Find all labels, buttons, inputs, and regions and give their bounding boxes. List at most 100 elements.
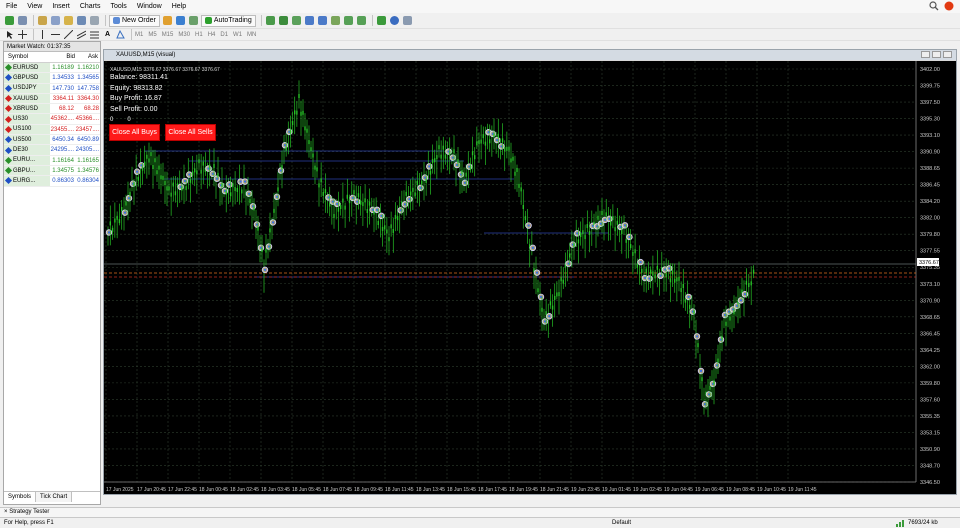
menu-insert[interactable]: Insert [52, 3, 70, 10]
restore-button[interactable] [932, 51, 941, 58]
bar-chart-icon[interactable] [265, 15, 276, 27]
close-all-sells-button[interactable]: Close All Sells [165, 124, 216, 141]
tf-d1[interactable]: D1 [220, 32, 228, 38]
menu-charts[interactable]: Charts [80, 3, 101, 10]
table-row[interactable]: US100 23455.... 23457.... [4, 124, 100, 136]
navigator-icon[interactable] [63, 15, 74, 27]
fibonacci-icon[interactable] [89, 29, 100, 41]
table-row[interactable]: EURG... 0.86303 0.86304 [4, 176, 100, 187]
menu-file[interactable]: File [6, 3, 17, 10]
menu-view[interactable]: View [27, 3, 42, 10]
channel-icon[interactable] [76, 29, 87, 41]
menu-window[interactable]: Window [137, 3, 162, 10]
close-icon[interactable]: × [4, 509, 8, 515]
periods-icon[interactable] [389, 15, 400, 27]
candle-body [198, 159, 200, 164]
chart-shift-icon[interactable] [356, 15, 367, 27]
tf-w1[interactable]: W1 [233, 32, 242, 38]
data-window-icon[interactable] [50, 15, 61, 27]
tab-symbols[interactable]: Symbols [4, 492, 37, 502]
table-row[interactable]: US30 45362.... 45366.... [4, 114, 100, 125]
new-order-button[interactable]: New Order [109, 14, 160, 27]
vertical-line-icon[interactable] [37, 29, 48, 41]
candle-body [444, 154, 447, 159]
tf-m5[interactable]: M5 [148, 32, 156, 38]
text-tool-icon[interactable]: A [102, 29, 113, 41]
menu-help[interactable]: Help [172, 3, 186, 10]
time-tick-label: 18 Jun 09:45 [354, 487, 383, 493]
candle-body [713, 380, 715, 385]
templates-icon[interactable] [402, 15, 413, 27]
table-row[interactable]: DE30 24295.... 24305.... [4, 145, 100, 156]
tf-h1[interactable]: H1 [195, 32, 203, 38]
candlestick-icon[interactable] [278, 15, 289, 27]
ask-cell: 1.34565 [77, 75, 99, 82]
zoom-out-icon[interactable] [317, 15, 328, 27]
profiles-icon[interactable] [17, 15, 28, 27]
tf-h4[interactable]: H4 [208, 32, 216, 38]
col-bid[interactable]: Bid [50, 52, 75, 62]
trade-marker-dot [135, 170, 139, 173]
ask-cell: 6450.89 [77, 137, 99, 144]
table-row[interactable]: GBPU... 1.34575 1.34576 [4, 165, 100, 177]
search-icon[interactable] [929, 1, 939, 11]
indicators-icon[interactable] [376, 15, 387, 27]
candle-body [217, 172, 219, 177]
vps-icon[interactable] [188, 15, 199, 27]
close-button[interactable] [943, 51, 952, 58]
tile-windows-icon[interactable] [330, 15, 341, 27]
close-all-buys-button[interactable]: Close All Buys [109, 124, 160, 141]
minimize-button[interactable] [921, 51, 930, 58]
autotrading-button[interactable]: AutoTrading [200, 14, 256, 27]
tester-icon[interactable] [89, 15, 100, 27]
price-tick-label: 3382.00 [920, 216, 940, 222]
auto-scroll-icon[interactable] [343, 15, 354, 27]
crosshair-icon[interactable] [17, 29, 28, 41]
candle-body [625, 238, 627, 243]
notification-icon[interactable] [944, 1, 954, 11]
candle-body [586, 224, 589, 229]
table-row[interactable]: XAUUSD 3364.11 3364.30 [4, 93, 100, 105]
terminal-icon[interactable] [76, 15, 87, 27]
candle-body [484, 141, 487, 146]
cursor-icon[interactable] [4, 29, 15, 41]
time-tick-label: 19 Jun 01:45 [602, 487, 631, 493]
candle-body [181, 186, 183, 191]
tf-m30[interactable]: M30 [178, 32, 190, 38]
price-tick-label: 3348.70 [920, 463, 940, 469]
candle-body [632, 251, 634, 256]
candle-body [162, 175, 164, 180]
col-ask[interactable]: Ask [75, 52, 100, 62]
candle-body [234, 187, 236, 192]
tab-tick-chart[interactable]: Tick Chart [36, 492, 73, 502]
market-watch-icon[interactable] [37, 15, 48, 27]
table-row[interactable]: US500 6450.34 6450.89 [4, 135, 100, 146]
candle-body [269, 228, 271, 233]
candle-body [549, 301, 552, 306]
tf-mn[interactable]: MN [247, 32, 256, 38]
signals-icon[interactable] [175, 15, 186, 27]
table-row[interactable]: XBRUSD 68.12 68.28 [4, 104, 100, 115]
horizontal-line-icon[interactable] [50, 29, 61, 41]
new-chart-icon[interactable] [4, 15, 15, 27]
strategy-tester-bar[interactable]: × Strategy Tester [0, 507, 960, 517]
table-row[interactable]: USDJPY 147.730 147.758 [4, 83, 100, 94]
table-row[interactable]: GBPUSD 1.34533 1.34565 [4, 73, 100, 84]
candle-body [562, 279, 564, 284]
zoom-in-icon[interactable] [304, 15, 315, 27]
col-symbol[interactable]: Symbol [4, 52, 50, 62]
candle-body [137, 176, 139, 181]
chart-canvas[interactable]: 3402.00 3399.75 3397.50 3395.30 3393.10 3390.… [104, 61, 956, 494]
trendline-icon[interactable] [63, 29, 74, 41]
trade-marker-dot [643, 276, 647, 280]
tf-m1[interactable]: M1 [135, 32, 143, 38]
metaeditor-icon[interactable] [162, 15, 173, 27]
line-chart-icon[interactable] [291, 15, 302, 27]
table-row[interactable]: EURU... 1.16164 1.16165 [4, 155, 100, 166]
candle-body [174, 191, 177, 196]
table-row[interactable]: EURUSD 1.16189 1.16210 [4, 63, 100, 74]
menu-tools[interactable]: Tools [110, 3, 126, 10]
price-chart[interactable]: 3402.00 3399.75 3397.50 3395.30 3393.10 3390.… [104, 61, 956, 494]
tf-m15[interactable]: M15 [162, 32, 174, 38]
shapes-icon[interactable] [115, 29, 126, 41]
